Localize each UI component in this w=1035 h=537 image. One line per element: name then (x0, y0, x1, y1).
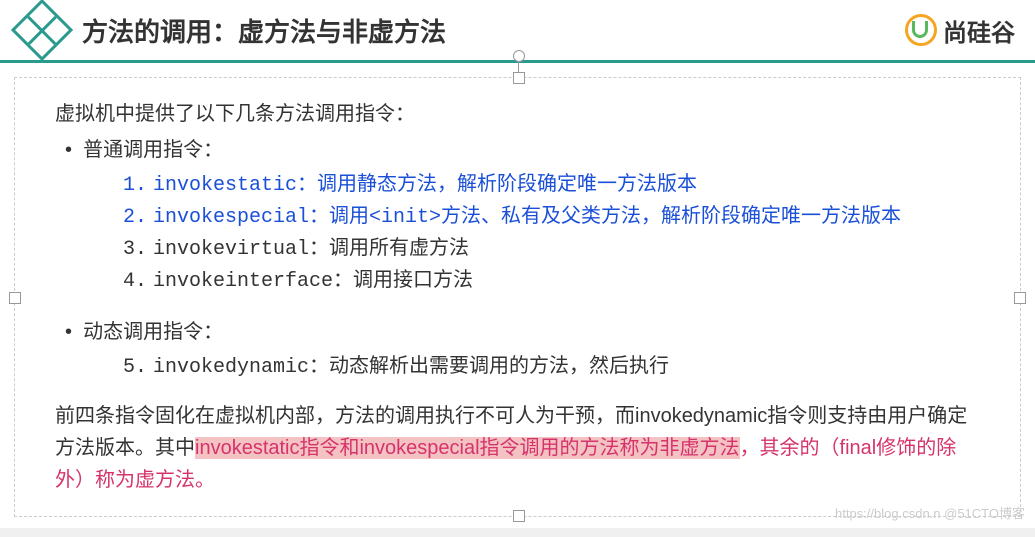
brand-icon (905, 14, 937, 46)
list-item: 2.invokespecial：调用<init>方法、私有及父类方法，解析阶段确… (55, 202, 980, 234)
watermark: https://blog.csdn.n @51CTO博客 (835, 503, 1025, 522)
rotate-handle[interactable] (513, 50, 525, 62)
intro-line: 虚拟机中提供了以下几条方法调用指令： (55, 98, 980, 130)
resize-handle-right[interactable] (1014, 292, 1026, 304)
resize-handle-bottom[interactable] (513, 510, 525, 522)
content-box[interactable]: 虚拟机中提供了以下几条方法调用指令： • 普通调用指令： 1.invokesta… (14, 77, 1021, 517)
section1-heading: • 普通调用指令： (55, 134, 980, 166)
footer-paragraph: 前四条指令固化在虚拟机内部，方法的调用执行不可人为干预，而invokedynam… (55, 400, 980, 496)
list-item: 5.invokedynamic：动态解析出需要调用的方法，然后执行 (55, 352, 980, 384)
brand-text: 尚硅谷 (943, 13, 1015, 48)
resize-handle-top[interactable] (513, 72, 525, 84)
slide: 方法的调用：虚方法与非虚方法 尚硅谷 虚拟机中提供了以下几条方法调用指令： • … (0, 0, 1035, 528)
section2-heading: • 动态调用指令： (55, 316, 980, 348)
brand: 尚硅谷 (905, 13, 1015, 48)
list-item: 4.invokeinterface：调用接口方法 (55, 266, 980, 298)
resize-handle-left[interactable] (9, 292, 21, 304)
diamond-icon (11, 0, 73, 61)
list-item: 1.invokestatic：调用静态方法，解析阶段确定唯一方法版本 (55, 170, 980, 202)
list-item: 3.invokevirtual：调用所有虚方法 (55, 234, 980, 266)
slide-title: 方法的调用：虚方法与非虚方法 (82, 12, 905, 49)
